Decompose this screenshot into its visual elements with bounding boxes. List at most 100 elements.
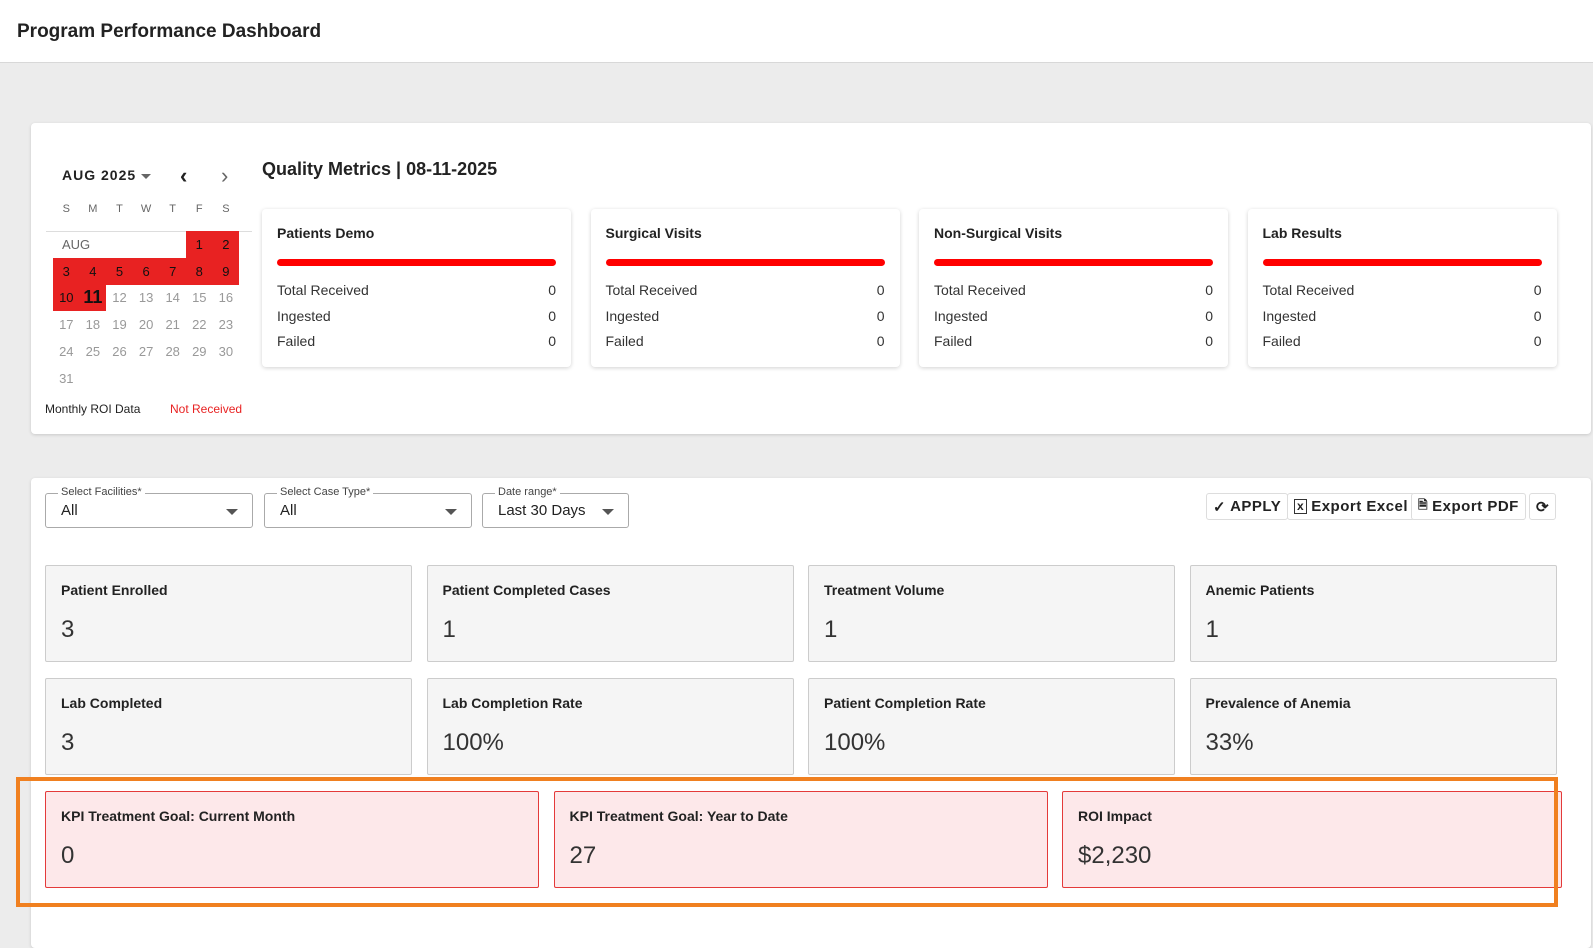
calendar-day[interactable]: 2 — [212, 231, 240, 258]
kpi-title: Lab Completion Rate — [442, 695, 583, 711]
calendar-day[interactable]: 4 — [79, 257, 107, 285]
weekday-label: T — [116, 203, 123, 215]
kpi-value: 1 — [824, 616, 838, 643]
weekday-label: W — [140, 203, 152, 215]
calendar-day[interactable]: 21 — [159, 311, 186, 338]
kpi-title: Treatment Volume — [824, 582, 945, 598]
calendar-day[interactable]: 5 — [106, 257, 133, 285]
status-bar — [934, 259, 1213, 266]
calendar-day[interactable]: 27 — [133, 338, 160, 365]
calendar-day[interactable]: 13 — [133, 284, 160, 311]
metric-value: 0 — [1205, 307, 1213, 324]
metric-row: Ingested 0 — [606, 308, 885, 324]
facilities-value: All — [61, 502, 78, 519]
calendar-day[interactable]: 31 — [53, 365, 80, 392]
metric-label: Total Received — [605, 282, 698, 298]
pdf-file-icon: 🗎 — [1418, 498, 1429, 512]
weekday-label: T — [169, 203, 177, 215]
calendar-day[interactable]: 7 — [159, 257, 186, 285]
metric-value: 0 — [548, 307, 556, 324]
kpi-title: Patient Enrolled — [61, 582, 168, 598]
weekday-label: M — [88, 203, 98, 215]
kpi-card: Patient Completed Cases 1 — [426, 565, 794, 662]
calendar-day[interactable]: 17 — [53, 311, 80, 338]
kpi-title: Lab Completed — [61, 695, 163, 711]
kpi-value: 3 — [61, 729, 75, 756]
metric-label: Ingested — [605, 307, 660, 324]
facilities-select[interactable]: Select Facilities* All — [45, 486, 253, 528]
calendar-day[interactable]: 9 — [212, 257, 240, 285]
kpi-card: Patient Enrolled 3 — [45, 565, 412, 662]
calendar-day[interactable]: 23 — [213, 311, 240, 338]
legend-status: Not Received — [170, 402, 243, 416]
calendar-day[interactable]: 1 — [186, 231, 213, 258]
calendar-day[interactable]: 12 — [106, 284, 133, 311]
highlight-box — [16, 777, 1558, 907]
metric-value: 0 — [548, 333, 556, 349]
metric-value: 0 — [1205, 333, 1213, 349]
apply-button[interactable]: ✓ APPLY — [1206, 493, 1289, 520]
status-bar — [277, 259, 556, 266]
calendar-day[interactable]: 19 — [106, 311, 133, 338]
calendar-day[interactable]: 29 — [186, 338, 213, 365]
export-pdf-button[interactable]: 🗎 Export PDF — [1411, 493, 1526, 520]
app-header: Program Performance Dashboard — [0, 0, 1593, 63]
calendar-day[interactable]: 6 — [132, 257, 160, 285]
metric-label: Ingested — [934, 307, 988, 324]
weekday-label: S — [62, 203, 70, 215]
calendar-day[interactable]: 25 — [80, 338, 107, 365]
calendar-day[interactable]: 30 — [213, 338, 240, 365]
calendar-day[interactable]: 26 — [106, 338, 133, 365]
metric-label: Total Received — [934, 282, 1026, 298]
quality-card: Surgical Visits Total Received 0 Ingested 0 F… — [590, 209, 900, 367]
calendar-day[interactable]: 20 — [133, 311, 160, 338]
calendar-day[interactable]: 3 — [53, 257, 80, 285]
kpi-title: Patient Completed Cases — [442, 582, 611, 598]
status-bar — [605, 259, 885, 266]
calendar-day[interactable]: 10 — [53, 284, 80, 312]
metric-row: Failed 0 — [606, 333, 885, 349]
metric-label: Total Received — [1262, 282, 1355, 298]
metric-label: Failed — [934, 333, 973, 349]
calendar-day[interactable]: 24 — [53, 338, 80, 365]
kpi-value: 100% — [824, 729, 886, 756]
metric-row: Ingested 0 — [1263, 308, 1542, 324]
kpi-title: Prevalence of Anemia — [1205, 695, 1351, 711]
metric-value: 0 — [1205, 282, 1213, 298]
kpi-card: Prevalence of Anemia 33% — [1189, 678, 1557, 775]
metric-row: Failed 0 — [1263, 333, 1542, 349]
metric-value: 0 — [548, 282, 556, 298]
status-bar — [1262, 259, 1542, 266]
quality-title: Quality Metrics | 08-11-2025 — [262, 159, 498, 179]
calendar-day[interactable]: 16 — [213, 284, 240, 311]
refresh-button[interactable]: ⟳ — [1529, 493, 1557, 520]
kpi-title: Anemic Patients — [1205, 582, 1315, 598]
next-month-button[interactable]: › — [221, 163, 228, 189]
metric-row: Ingested 0 — [277, 308, 556, 324]
kpi-value: 1 — [1205, 616, 1219, 643]
metric-row: Total Received 0 — [277, 282, 556, 298]
caret-down-icon — [226, 509, 238, 515]
kpi-value: 33% — [1205, 729, 1254, 756]
month-label: AUG 2025 — [62, 167, 137, 183]
date-range-select[interactable]: Date range* Last 30 Days — [482, 486, 629, 528]
calendar-day[interactable]: 8 — [186, 257, 213, 285]
metric-label: Ingested — [277, 307, 331, 324]
calendar-day[interactable]: 28 — [159, 338, 186, 365]
quality-metrics-panel: AUG 2025 ‹ › SMTWTFS AUG 1 2 3 4 5 6 7 8 9 10 11 12… — [31, 123, 1591, 434]
calendar-day[interactable]: 22 — [186, 311, 213, 338]
calendar-day[interactable]: 15 — [186, 284, 213, 311]
metric-label: Total Received — [277, 282, 369, 298]
prev-month-button[interactable]: ‹ — [180, 163, 187, 189]
calendar-day[interactable]: 11 — [79, 284, 107, 312]
calendar-day[interactable]: 18 — [80, 311, 107, 338]
month-select[interactable]: AUG 2025 — [62, 167, 152, 183]
case-type-select[interactable]: Select Case Type* All — [264, 486, 472, 528]
metric-value: 0 — [1533, 282, 1542, 298]
metric-row: Total Received 0 — [606, 282, 885, 298]
quality-card-title: Surgical Visits — [605, 225, 702, 241]
weekday-header: SMTWTFS — [53, 203, 239, 215]
export-excel-button[interactable]: x Export Excel — [1287, 493, 1416, 520]
calendar-day[interactable]: 14 — [159, 284, 186, 311]
case-type-label: Select Case Type* — [277, 486, 374, 498]
